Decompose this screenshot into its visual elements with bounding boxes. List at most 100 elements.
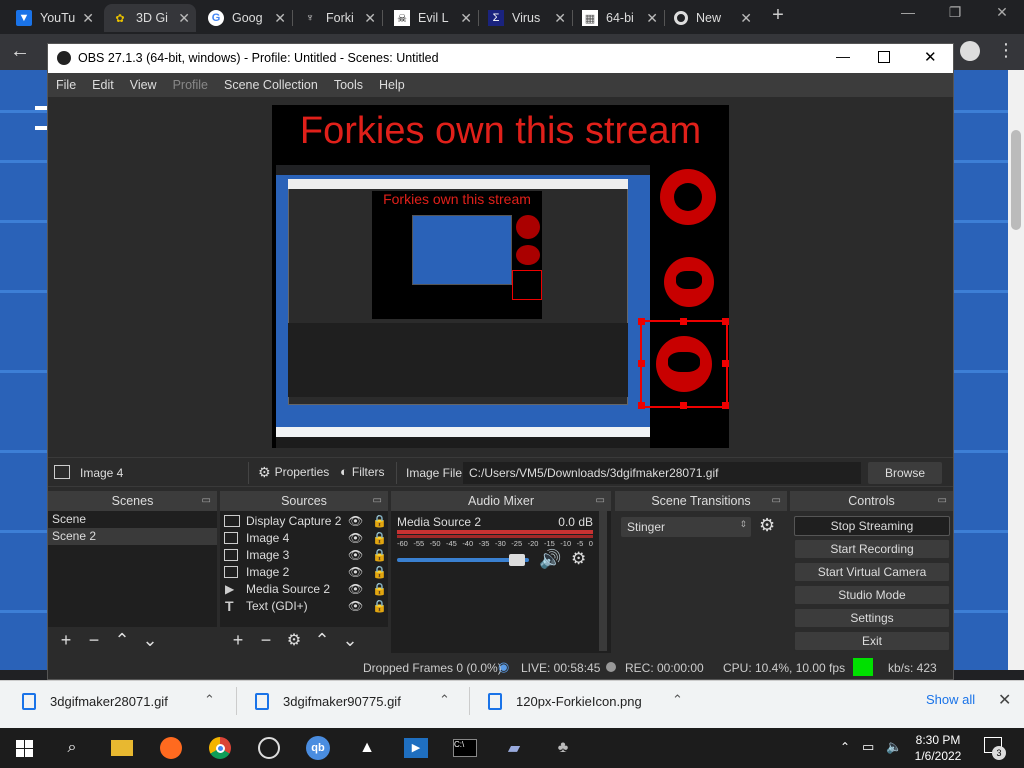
tab-new[interactable]: New ✕ — [666, 4, 758, 32]
tab-3d-gif[interactable]: ✿ 3D Gi ✕ — [104, 4, 196, 32]
download-item[interactable]: 120px-ForkieIcon.png ⌃ — [488, 681, 688, 721]
volume-slider-handle[interactable] — [509, 554, 526, 566]
profile-avatar-icon[interactable] — [960, 41, 980, 61]
close-icon[interactable]: ✕ — [364, 10, 376, 27]
source-item[interactable]: Image 4 👁 🔒 — [220, 530, 388, 547]
volume-icon[interactable]: 🔈 — [886, 739, 902, 755]
eye-icon[interactable]: 👁 — [348, 581, 363, 598]
menu-edit[interactable]: Edit — [84, 78, 122, 92]
tab-64-bit[interactable]: ▦ 64-bi ✕ — [574, 4, 664, 32]
scene-item[interactable]: Scene 2 — [48, 528, 217, 545]
download-item[interactable]: 3dgifmaker90775.gif ⌃ — [255, 681, 455, 721]
popout-icon[interactable]: ▭ — [772, 491, 781, 511]
photos-icon[interactable]: ▲ — [351, 732, 383, 764]
start-recording-button[interactable]: Start Recording — [794, 539, 950, 559]
restore-icon[interactable]: ❐ — [935, 4, 975, 26]
tab-virus[interactable]: Σ Virus ✕ — [480, 4, 572, 32]
mixer-scrollbar[interactable] — [599, 511, 607, 651]
source-item[interactable]: Image 3 👁 🔒 — [220, 547, 388, 564]
firefox-icon[interactable] — [155, 732, 187, 764]
move-up-icon[interactable]: ⌃ — [310, 630, 334, 651]
close-icon[interactable]: ✕ — [178, 10, 190, 27]
clock-time[interactable]: 8:30 PM — [908, 733, 968, 747]
lock-icon[interactable]: 🔒 — [372, 564, 387, 581]
close-icon[interactable]: ✕ — [554, 10, 566, 27]
image-file-path[interactable]: C:/Users/VM5/Downloads/3dgifmaker28071.g… — [463, 462, 861, 484]
close-icon[interactable]: ✕ — [924, 48, 937, 66]
gear-icon[interactable]: ⚙ — [759, 515, 775, 536]
page-menu-icon[interactable] — [35, 106, 47, 130]
eye-icon[interactable]: 👁 — [348, 564, 363, 581]
scene-item[interactable]: Scene — [48, 511, 217, 528]
lock-icon[interactable]: 🔒 — [372, 598, 387, 615]
add-icon[interactable]: + — [226, 630, 250, 651]
browse-button[interactable]: Browse — [868, 462, 942, 484]
close-icon[interactable]: ✕ — [82, 10, 94, 27]
new-tab-button[interactable]: + — [768, 4, 788, 28]
studio-mode-button[interactable]: Studio Mode — [794, 585, 950, 605]
selected-source-bounds[interactable] — [638, 318, 729, 409]
search-icon[interactable]: ⌕ — [56, 732, 88, 764]
popout-icon[interactable]: ▭ — [202, 491, 211, 511]
speaker-icon[interactable]: 🔊 — [539, 549, 561, 570]
close-icon[interactable]: ✕ — [740, 10, 752, 27]
lock-icon[interactable]: 🔒 — [372, 547, 387, 564]
back-arrow-icon[interactable]: ← — [10, 40, 30, 63]
popout-icon[interactable]: ▭ — [596, 491, 605, 511]
close-icon[interactable]: ✕ — [274, 10, 286, 27]
start-virtual-camera-button[interactable]: Start Virtual Camera — [794, 562, 950, 582]
settings-button[interactable]: Settings — [794, 608, 950, 628]
remove-icon[interactable]: − — [254, 630, 278, 651]
maximize-icon[interactable] — [878, 51, 890, 63]
close-downloads-icon[interactable]: ✕ — [998, 690, 1011, 710]
file-explorer-icon[interactable] — [106, 732, 138, 764]
page-scrollbar[interactable] — [1008, 70, 1024, 670]
notepad-icon[interactable]: ▰ — [498, 732, 530, 764]
volume-slider[interactable] — [397, 554, 529, 566]
menu-tools[interactable]: Tools — [326, 78, 371, 92]
menu-view[interactable]: View — [122, 78, 165, 92]
gear-icon[interactable]: ⚙ — [571, 549, 586, 569]
download-item[interactable]: 3dgifmaker28071.gif ⌃ — [22, 681, 222, 721]
eye-icon[interactable]: 👁 — [348, 547, 363, 564]
properties-button[interactable]: ⚙ Properties — [258, 465, 329, 479]
close-window-icon[interactable]: ✕ — [982, 4, 1022, 26]
source-item[interactable]: ▶ Media Source 2 👁 🔒 — [220, 581, 388, 598]
menu-profile[interactable]: Profile — [165, 78, 216, 92]
clock-date[interactable]: 1/6/2022 — [908, 749, 968, 763]
windows-start-icon[interactable] — [8, 732, 40, 764]
minimize-icon[interactable]: — — [836, 48, 850, 64]
popout-icon[interactable]: ▭ — [373, 491, 382, 511]
chrome-icon[interactable] — [204, 732, 236, 764]
source-item[interactable]: T Text (GDI+) 👁 🔒 — [220, 598, 388, 615]
eye-icon[interactable]: 👁 — [348, 530, 363, 547]
terminal-icon[interactable]: C:\ — [449, 732, 481, 764]
move-down-icon[interactable]: ⌄ — [138, 630, 162, 651]
lock-icon[interactable]: 🔒 — [372, 513, 387, 530]
source-item[interactable]: Display Capture 2 👁 🔒 — [220, 513, 388, 530]
network-icon[interactable]: ▭ — [862, 739, 874, 755]
tab-evil[interactable]: ☠ Evil L ✕ — [386, 4, 478, 32]
close-icon[interactable]: ✕ — [646, 10, 658, 27]
chevron-up-icon[interactable]: ⌃ — [439, 692, 450, 708]
gear-icon[interactable]: ⚙ — [282, 630, 306, 650]
stream-preview[interactable]: Forkies own this stream Forkies own this… — [272, 105, 729, 448]
menu-help[interactable]: Help — [371, 78, 413, 92]
show-all-button[interactable]: Show all — [926, 692, 975, 707]
transition-select[interactable]: Stinger ⇕ — [621, 517, 751, 537]
qbittorrent-icon[interactable]: qb — [302, 732, 334, 764]
lock-icon[interactable]: 🔒 — [372, 581, 387, 598]
move-up-icon[interactable]: ⌃ — [110, 630, 134, 651]
add-icon[interactable]: + — [54, 630, 78, 651]
popout-icon[interactable]: ▭ — [938, 491, 947, 511]
minimize-icon[interactable]: — — [888, 4, 928, 26]
exit-button[interactable]: Exit — [794, 631, 950, 651]
app-icon[interactable]: ♣ — [547, 732, 579, 764]
eye-icon[interactable]: 👁 — [348, 598, 363, 615]
media-player-icon[interactable]: ▶ — [400, 732, 432, 764]
filters-button[interactable]: ◐ Filters — [340, 465, 385, 480]
more-vert-icon[interactable]: ⋮ — [997, 40, 1015, 61]
source-item[interactable]: Image 2 👁 🔒 — [220, 564, 388, 581]
tab-google[interactable]: G Goog ✕ — [200, 4, 292, 32]
obs-taskbar-icon[interactable] — [253, 732, 285, 764]
